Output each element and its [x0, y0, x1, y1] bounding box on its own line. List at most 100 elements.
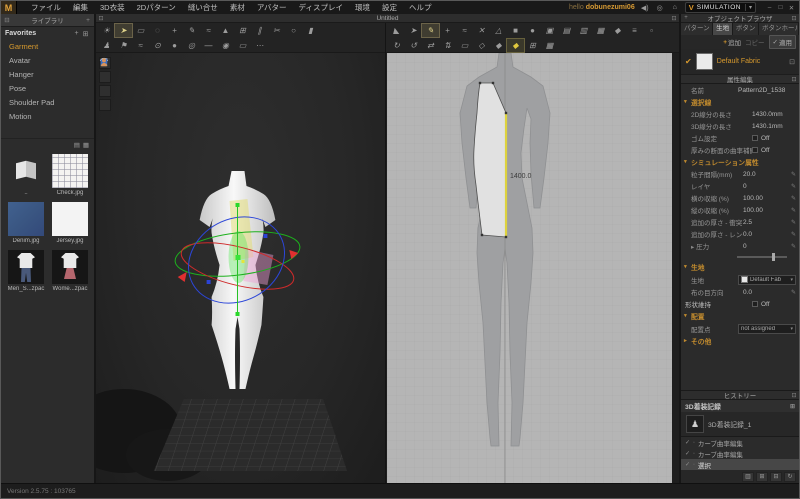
- line-tool[interactable]: —: [200, 39, 217, 52]
- menu-item[interactable]: アバター: [251, 1, 293, 14]
- rotate-cw-tool[interactable]: ↻: [388, 39, 405, 52]
- add-point-tool[interactable]: +: [439, 24, 456, 37]
- flip-horizontal-tool[interactable]: ⇄: [422, 39, 439, 52]
- flag-tool[interactable]: ⚑: [115, 39, 132, 52]
- sidebar-item-shoulder-pad[interactable]: Shoulder Pad: [1, 96, 94, 110]
- more-tool[interactable]: ⋯: [251, 39, 268, 52]
- avatar-tool[interactable]: ♟: [98, 39, 115, 52]
- menu-item[interactable]: ディスプレイ: [293, 1, 349, 14]
- menu-item[interactable]: ファイル: [25, 1, 67, 14]
- object-browser-tab[interactable]: 生地: [713, 23, 733, 35]
- edit-point-tool[interactable]: ✎: [421, 23, 440, 38]
- pressure-slider[interactable]: [737, 252, 787, 261]
- target-tool[interactable]: ⊙: [149, 39, 166, 52]
- fabric-list-item[interactable]: ✔ Default Fabric ⊡: [681, 49, 799, 75]
- detach-icon[interactable]: ⊡: [789, 392, 799, 399]
- window-icon[interactable]: ⊡: [96, 15, 106, 22]
- menu-item[interactable]: 3D衣装: [94, 1, 131, 14]
- edit-icon[interactable]: ✎: [787, 243, 796, 250]
- scissors-tool[interactable]: ✂: [268, 24, 285, 37]
- expand-all-button[interactable]: ⊞: [756, 471, 768, 482]
- scene-3d[interactable]: [96, 53, 385, 483]
- close-button[interactable]: ✕: [787, 4, 796, 12]
- speaker-icon[interactable]: ◀): [640, 4, 650, 12]
- edit-icon[interactable]: ✎: [787, 171, 796, 178]
- sidebar-item-pose[interactable]: Pose: [1, 82, 94, 96]
- history-entry[interactable]: ✓ ▫ カーブ曲率編集: [681, 448, 799, 459]
- fabric-edit-icon[interactable]: ⊡: [789, 58, 795, 66]
- section-arrangement[interactable]: ▾ 配置: [681, 310, 799, 322]
- menu-item[interactable]: 編集: [67, 1, 94, 14]
- sidebar-item-avatar[interactable]: Avatar: [1, 54, 94, 68]
- section-other[interactable]: ▸ その他: [681, 335, 799, 347]
- library-thumbnail[interactable]: Check.jpg: [51, 154, 89, 196]
- add-library-icon[interactable]: +: [82, 17, 94, 24]
- rectangle-tool[interactable]: ■: [507, 24, 524, 37]
- sidebar-item-motion[interactable]: Motion: [1, 110, 94, 124]
- section-fabric[interactable]: ▾ 生地: [681, 261, 799, 273]
- menu-item[interactable]: 設定: [376, 1, 403, 14]
- wind-tool[interactable]: ≈: [132, 39, 149, 52]
- split-view-button[interactable]: ▥: [742, 471, 754, 482]
- arrangement-point-select[interactable]: not assigned ▾: [738, 323, 796, 334]
- slider-handle[interactable]: [772, 252, 775, 261]
- favorite-folder-icon[interactable]: ⊞: [81, 30, 90, 38]
- trace-tool[interactable]: ≡: [626, 24, 643, 37]
- plane-tool[interactable]: ▭: [234, 39, 251, 52]
- rect-select-tool[interactable]: ▭: [132, 24, 149, 37]
- library-thumbnail[interactable]: Jersey.jpg: [51, 202, 89, 244]
- flip-vertical-tool[interactable]: ⇅: [439, 39, 456, 52]
- maximize-button[interactable]: □: [776, 4, 785, 12]
- transform-pattern-tool[interactable]: ◣: [388, 24, 405, 37]
- gizmo-light-tool[interactable]: ☀: [98, 24, 115, 37]
- sphere-tool[interactable]: ●: [166, 39, 183, 52]
- point-tool[interactable]: ◉: [217, 39, 234, 52]
- collapse-icon[interactable]: ⊟: [1, 16, 13, 24]
- polygon-tool[interactable]: △: [490, 24, 507, 37]
- add-favorite-icon[interactable]: +: [72, 30, 81, 37]
- internal-rect-tool[interactable]: ▤: [558, 24, 575, 37]
- menu-item[interactable]: 環境: [349, 1, 376, 14]
- help-icon[interactable]: ◎: [655, 4, 665, 12]
- fold-arrangement-tool[interactable]: ▲: [217, 24, 234, 37]
- collapse-all-button[interactable]: ⊟: [770, 471, 782, 482]
- pattern-window-tool[interactable]: ⊞: [234, 24, 251, 37]
- sync-tool[interactable]: ◆: [490, 39, 507, 52]
- show-3d-pattern-tool[interactable]: ◆: [506, 38, 525, 53]
- refresh-button[interactable]: ↻: [784, 471, 796, 482]
- edit-icon[interactable]: ✎: [787, 195, 796, 202]
- dart-tool[interactable]: ▦: [592, 24, 609, 37]
- internal-polygon-tool[interactable]: ▣: [541, 24, 558, 37]
- sidebar-item-hanger[interactable]: Hanger: [1, 68, 94, 82]
- add-tab-icon[interactable]: +: [681, 15, 691, 21]
- section-simulation[interactable]: ▾ シミュレーション属性: [681, 156, 799, 168]
- edit-icon[interactable]: ✎: [787, 231, 796, 238]
- apply-fabric-button[interactable]: ✓ 適用: [768, 35, 796, 49]
- library-thumbnail[interactable]: Men_S...zpac: [7, 250, 45, 292]
- copy-fabric-button[interactable]: コピー: [745, 37, 765, 47]
- list-view-icon[interactable]: ▤: [74, 141, 80, 149]
- record-add-icon[interactable]: ⊞: [790, 403, 795, 410]
- shape-keep-checkbox[interactable]: [752, 300, 758, 307]
- simulation-button[interactable]: V SIMULATION ▾: [684, 2, 756, 13]
- edit-icon[interactable]: ✎: [787, 183, 796, 190]
- pin-tool[interactable]: ∥: [251, 24, 268, 37]
- library-thumbnail[interactable]: ..: [7, 154, 45, 196]
- library-thumbnail[interactable]: Denim.jpg: [7, 202, 45, 244]
- detach-icon[interactable]: ⊡: [789, 76, 799, 83]
- detach-icon[interactable]: ⊡: [669, 15, 679, 22]
- fabric-select[interactable]: Default Fab ▾: [738, 274, 796, 285]
- notch-tool[interactable]: ▫: [643, 24, 660, 37]
- edit-icon[interactable]: ✎: [787, 289, 796, 296]
- avatar-display-icon[interactable]: [99, 57, 111, 83]
- sidebar-item-garment[interactable]: Garment: [1, 40, 94, 54]
- grid-tool[interactable]: ⊞: [524, 39, 541, 52]
- sewing-tool[interactable]: ✎: [183, 24, 200, 37]
- fabric-swatch[interactable]: [695, 53, 713, 70]
- object-browser-tab[interactable]: パターン: [681, 23, 714, 35]
- app-logo[interactable]: M: [1, 1, 17, 14]
- edit-icon[interactable]: ✎: [787, 219, 796, 226]
- ring-tool[interactable]: ○: [285, 24, 302, 37]
- record-list-item[interactable]: ♟ 3D着装記録_1: [681, 412, 799, 436]
- minimize-button[interactable]: –: [765, 4, 774, 12]
